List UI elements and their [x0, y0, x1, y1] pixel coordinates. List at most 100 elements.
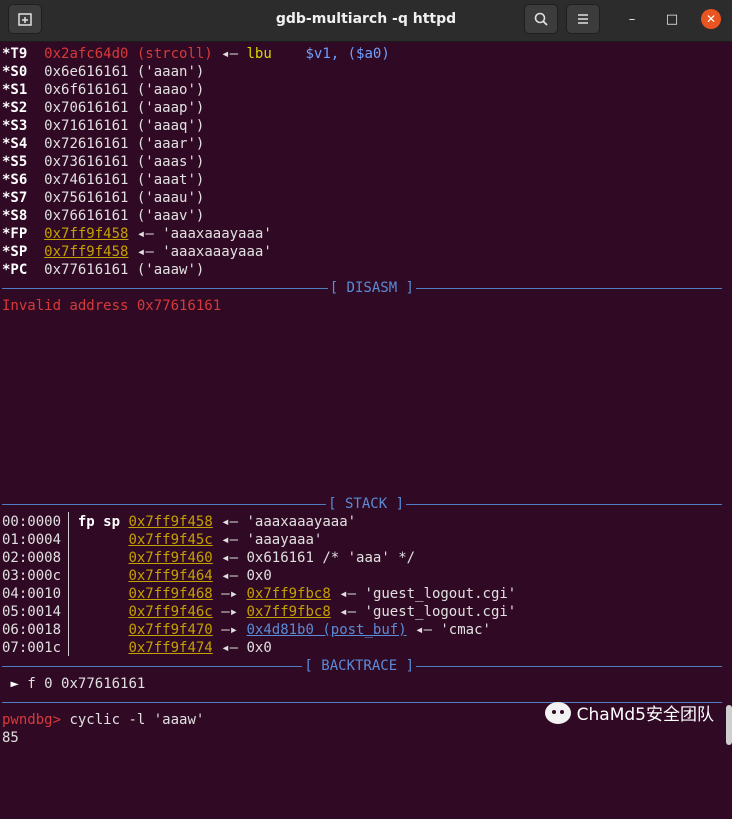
arrow-right: —▸ — [221, 586, 239, 602]
maximize-button[interactable]: □ — [662, 9, 682, 29]
operands: $v1, ($a0) — [305, 46, 390, 62]
register-value: 0x6e616161 ('aaan') — [44, 64, 205, 80]
stack-address-link[interactable]: 0x7ff9f46c — [128, 604, 212, 620]
register-value: 0x72616161 ('aaar') — [44, 136, 205, 152]
stack-address-link[interactable]: 0x7ff9f474 — [128, 640, 212, 656]
arrow-left: ◂— — [221, 568, 239, 584]
title-bar: gdb-multiarch -q httpd – □ ✕ — [0, 0, 732, 42]
register-row-s0: *S0 0x6e616161 ('aaan') — [2, 63, 204, 81]
backtrace-row: ► f 0 0x77616161 — [2, 675, 145, 693]
search-icon — [534, 12, 548, 26]
register-name: *FP — [2, 226, 28, 242]
arrow-left: ◂— — [136, 244, 154, 260]
stack-row: 02:0008 0x7ff9f460 ◂— 0x616161 /* 'aaa' … — [2, 549, 415, 567]
arrow-right: —▸ — [221, 604, 239, 620]
stack-value: 'aaaxaaayaaa' — [246, 514, 357, 530]
stack-row: 00:0000 fp sp 0x7ff9f458 ◂— 'aaaxaaayaaa… — [2, 513, 356, 531]
register-row-s8: *S8 0x76616161 ('aaav') — [2, 207, 204, 225]
command-line[interactable]: pwndbg> cyclic -l 'aaaw' — [2, 711, 204, 729]
scrollbar[interactable] — [726, 705, 732, 745]
stack-row: 07:001c 0x7ff9f474 ◂— 0x0 — [2, 639, 272, 657]
register-row-s3: *S3 0x71616161 ('aaaq') — [2, 117, 204, 135]
section-label: [ STACK ] — [328, 496, 404, 512]
stack-row: 04:0010 0x7ff9f468 —▸ 0x7ff9fbc8 ◂— 'gue… — [2, 585, 516, 603]
terminal[interactable]: *T9 0x2afc64d0 (strcoll) ◂— lbu $v1, ($a… — [2, 45, 732, 746]
stack-offset: 01:0004 — [2, 532, 62, 548]
stack-address-link[interactable]: 0x7ff9f460 — [128, 550, 212, 566]
register-name: *S7 — [2, 190, 28, 206]
frame-address: 0x77616161 — [61, 676, 146, 692]
stack-value: 'cmac' — [440, 622, 491, 638]
search-button[interactable] — [524, 4, 558, 34]
register-value: 0x77616161 ('aaaw') — [44, 262, 205, 278]
register-name: *S8 — [2, 208, 28, 224]
stack-row: 06:0018 0x7ff9f470 —▸ 0x4d81b0 (post_buf… — [2, 621, 491, 639]
disasm-error: Invalid address 0x77616161 — [2, 298, 222, 314]
stack-address-link[interactable]: 0x7ff9f458 — [44, 226, 128, 242]
stack-address-link[interactable]: 0x7ff9f470 — [128, 622, 212, 638]
arrow-left: ◂— — [221, 550, 239, 566]
register-row-s2: *S2 0x70616161 ('aaap') — [2, 99, 204, 117]
stack-address-link[interactable]: 0x7ff9f458 — [44, 244, 128, 260]
register-name: *S2 — [2, 100, 28, 116]
stack-row: 05:0014 0x7ff9f46c —▸ 0x7ff9fbc8 ◂— 'gue… — [2, 603, 516, 621]
minimize-button[interactable]: – — [622, 9, 642, 29]
arrow-left: ◂— — [221, 640, 239, 656]
instruction: lbu — [246, 46, 272, 62]
frame-marker: ► — [10, 676, 19, 692]
stack-address-link[interactable]: 0x7ff9f464 — [128, 568, 212, 584]
stack-tag: fp sp — [77, 514, 121, 530]
stack-separator: [ STACK ] — [2, 495, 722, 513]
register-name: *S1 — [2, 82, 28, 98]
register-value: 0x75616161 ('aaau') — [44, 190, 205, 206]
pointer-link[interactable]: 0x7ff9fbc8 — [246, 586, 330, 602]
prompt-label: pwndbg> — [2, 712, 62, 728]
stack-value: 0x616161 /* 'aaa' */ — [246, 550, 416, 566]
wechat-icon — [544, 701, 571, 724]
close-button[interactable]: ✕ — [701, 9, 721, 29]
arrow-left: ◂— — [221, 532, 239, 548]
stack-offset: 07:001c — [2, 640, 62, 656]
stack-row: 03:000c 0x7ff9f464 ◂— 0x0 — [2, 567, 272, 585]
stack-address-link[interactable]: 0x7ff9f45c — [128, 532, 212, 548]
register-value: 0x6f616161 ('aaao') — [44, 82, 205, 98]
arrow-left: ◂— — [339, 586, 357, 602]
register-value: 0x74616161 ('aaat') — [44, 172, 205, 188]
register-value: 0x71616161 ('aaaq') — [44, 118, 205, 134]
register-name: *S5 — [2, 154, 28, 170]
stack-offset: 04:0010 — [2, 586, 62, 602]
stack-offset: 03:000c — [2, 568, 62, 584]
hamburger-menu-icon — [578, 14, 588, 24]
arrow-left: ◂— — [136, 226, 154, 242]
pointer-link[interactable]: 0x7ff9fbc8 — [246, 604, 330, 620]
register-name: *S4 — [2, 136, 28, 152]
watermark: ChaMd5安全团队 — [544, 700, 714, 725]
register-name: *PC — [2, 262, 28, 278]
arrow-left: ◂— — [221, 514, 239, 530]
section-label: [ DISASM ] — [329, 280, 414, 296]
stack-value: 'aaayaaa' — [246, 532, 323, 548]
register-row-t9: *T9 0x2afc64d0 (strcoll) ◂— lbu $v1, ($a… — [2, 45, 390, 63]
register-name: *T9 — [2, 46, 28, 62]
frame-number: f 0 — [27, 676, 53, 692]
arrow-left: ◂— — [221, 46, 239, 62]
pointer-link[interactable]: 0x4d81b0 (post_buf) — [246, 622, 406, 638]
stack-offset: 02:0008 — [2, 550, 62, 566]
stack-offset: 05:0014 — [2, 604, 62, 620]
register-row-s7: *S7 0x75616161 ('aaau') — [2, 189, 204, 207]
command-text: cyclic -l 'aaaw' — [69, 712, 205, 728]
command-output: 85 — [2, 730, 19, 746]
register-value: 0x76616161 ('aaav') — [44, 208, 205, 224]
register-name: *S3 — [2, 118, 28, 134]
arrow-left: ◂— — [339, 604, 357, 620]
stack-value: 0x0 — [246, 568, 272, 584]
section-label: [ BACKTRACE ] — [304, 658, 414, 674]
menu-button[interactable] — [566, 4, 600, 34]
register-row-fp: *FP 0x7ff9f458 ◂— 'aaaxaaayaaa' — [2, 225, 272, 243]
stack-address-link[interactable]: 0x7ff9f458 — [128, 514, 212, 530]
register-row-pc: *PC 0x77616161 ('aaaw') — [2, 261, 204, 279]
register-row-s1: *S1 0x6f616161 ('aaao') — [2, 81, 204, 99]
stack-address-link[interactable]: 0x7ff9f468 — [128, 586, 212, 602]
register-value: 0x73616161 ('aaas') — [44, 154, 205, 170]
stack-row: 01:0004 0x7ff9f45c ◂— 'aaayaaa' — [2, 531, 322, 549]
